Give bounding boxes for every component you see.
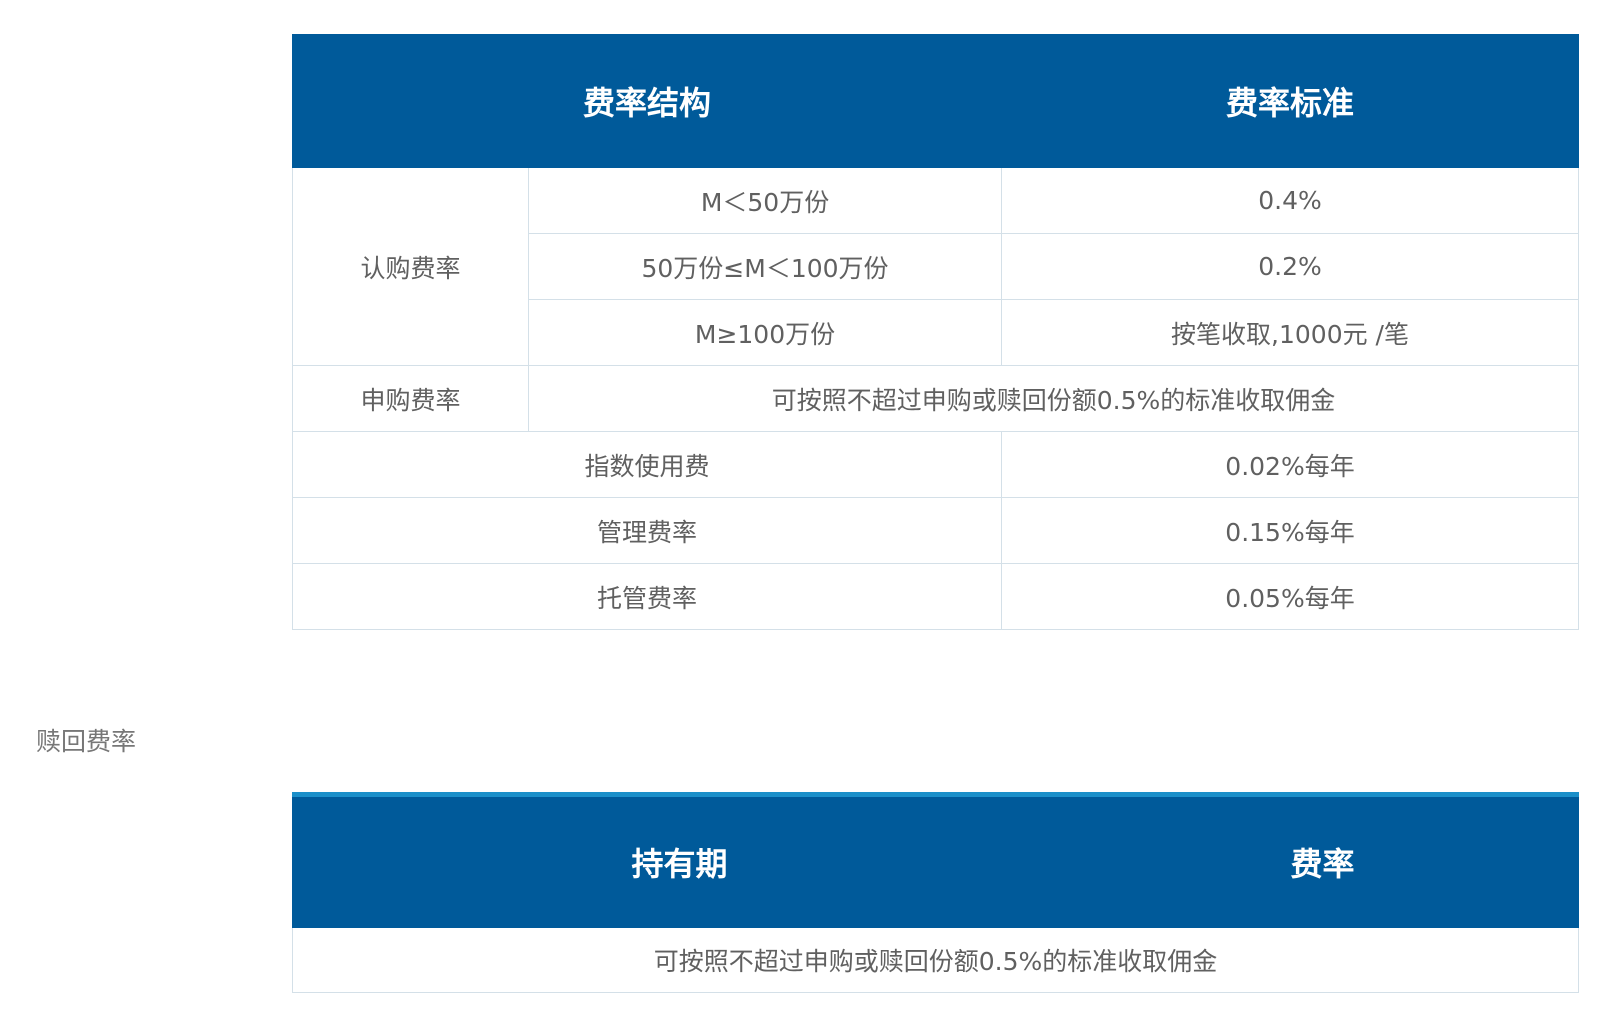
index-fee-value: 0.02%每年 — [1001, 431, 1580, 498]
management-fee-value: 0.15%每年 — [1001, 497, 1580, 564]
table-row: 管理费率 0.15%每年 — [291, 497, 1580, 564]
management-fee-label: 管理费率 — [291, 497, 1003, 564]
purchase-fee-label: 申购费率 — [292, 365, 529, 432]
table-row: 认购费率 M＜50万份 0.4% — [292, 167, 1580, 366]
header-fee-standard: 费率标准 — [1001, 34, 1580, 168]
redeem-fee-value: 可按照不超过申购或赎回份额0.5%的标准收取佣金 — [292, 927, 1579, 993]
redeem-table-header-row: 持有期 费率 — [292, 792, 1579, 928]
subscription-tier-rate: 按笔收取,1000元 /笔 — [1001, 299, 1580, 366]
table-row: 申购费率 可按照不超过申购或赎回份额0.5%的标准收取佣金 — [292, 365, 1580, 432]
header-rate: 费率 — [1066, 792, 1579, 928]
redeem-section-label: 赎回费率 — [36, 727, 137, 756]
index-fee-label: 指数使用费 — [291, 431, 1003, 498]
table-row: 指数使用费 0.02%每年 — [291, 431, 1580, 498]
redeem-table: 持有期 费率 可按照不超过申购或赎回份额0.5%的标准收取佣金 — [292, 792, 1579, 993]
subscription-tier-range: M≥100万份 — [527, 299, 1003, 366]
subscription-tier-range: 50万份≤M＜100万份 — [527, 233, 1003, 300]
header-holding-period: 持有期 — [292, 792, 1067, 928]
fee-table: 费率结构 费率标准 认购费率 M＜50万份 0.4% 50万份≤M＜100万份 … — [291, 34, 1580, 630]
subscription-fee-label: 认购费率 — [292, 167, 529, 366]
table-row: 可按照不超过申购或赎回份额0.5%的标准收取佣金 — [292, 927, 1579, 993]
subscription-tier-rate: 0.4% — [1001, 167, 1580, 234]
subscription-tier-rate: 0.2% — [1001, 233, 1580, 300]
custody-fee-value: 0.05%每年 — [1001, 563, 1580, 630]
subscription-tier-range: M＜50万份 — [527, 167, 1003, 234]
table-row: 托管费率 0.05%每年 — [291, 563, 1580, 630]
page: 费率结构 费率标准 认购费率 M＜50万份 0.4% 50万份≤M＜100万份 … — [0, 0, 1624, 1012]
purchase-fee-value: 可按照不超过申购或赎回份额0.5%的标准收取佣金 — [527, 365, 1580, 432]
custody-fee-label: 托管费率 — [291, 563, 1003, 630]
header-fee-structure: 费率结构 — [291, 34, 1003, 168]
fee-table-header-row: 费率结构 费率标准 — [291, 34, 1580, 168]
